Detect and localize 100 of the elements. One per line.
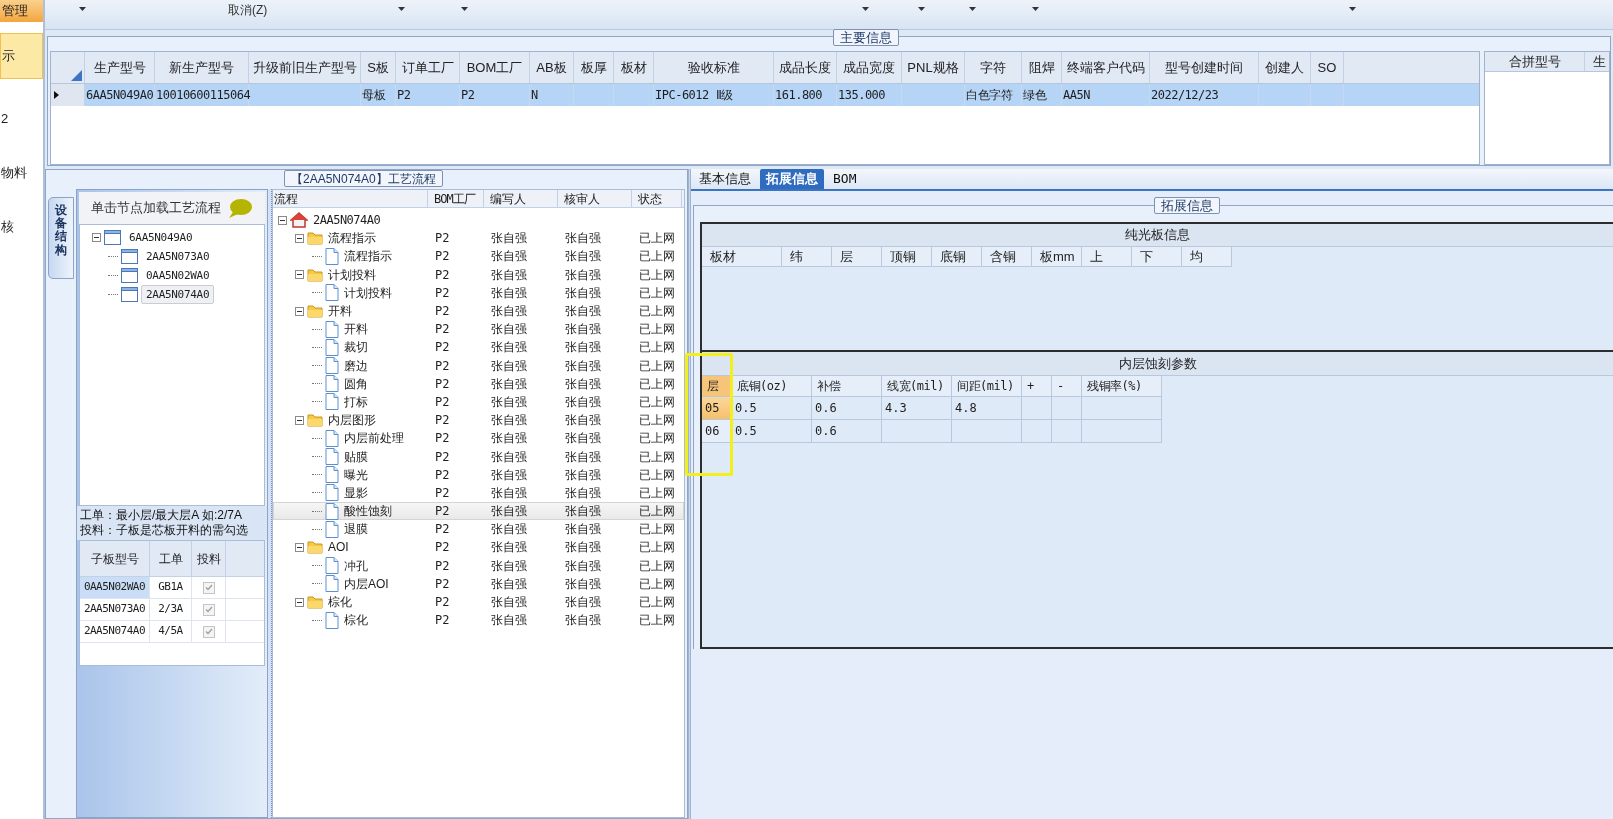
column-header[interactable]: 纬 <box>782 247 832 267</box>
column-header[interactable]: 补偿 <box>812 376 882 397</box>
tree-item[interactable]: 冲孔 <box>342 556 370 575</box>
tree-item[interactable]: 开料 <box>342 320 370 339</box>
column-header[interactable]: 验收标准 <box>654 52 774 83</box>
tree-item[interactable]: 流程指示 <box>326 229 378 248</box>
tree-row[interactable]: 冲孔 P2 张自强 张自强 已上网 <box>273 556 684 575</box>
tree-item[interactable]: 打标 <box>342 392 370 411</box>
tree-item[interactable]: 圆角 <box>342 374 370 393</box>
column-header[interactable]: 残铜率(%) <box>1082 376 1162 397</box>
tree-row[interactable]: 2AA5N074A0 <box>273 211 684 230</box>
column-header[interactable]: 底铜(oz) <box>732 376 812 397</box>
column-header[interactable]: - <box>1052 376 1082 397</box>
column-header[interactable]: 层 <box>832 247 882 267</box>
column-header[interactable]: 创建人 <box>1259 52 1311 83</box>
tree-item[interactable]: 显影 <box>342 483 370 502</box>
tree-row[interactable]: 退膜 P2 张自强 张自强 已上网 <box>273 520 684 539</box>
column-header[interactable]: 投料 <box>192 541 226 576</box>
cancel-button[interactable]: 取消(Z) <box>226 0 270 19</box>
column-header[interactable]: 阻焊 <box>1022 52 1062 83</box>
column-header[interactable]: 均 <box>1182 247 1232 267</box>
tree-item[interactable]: 曝光 <box>342 465 370 484</box>
column-header[interactable]: 板材 <box>614 52 654 83</box>
tree-item[interactable]: 流程指示 <box>342 247 394 266</box>
column-header[interactable]: 上 <box>1082 247 1132 267</box>
column-header[interactable]: 流程 <box>273 190 428 207</box>
tree-item[interactable]: 2AA5N073A0 <box>141 247 215 266</box>
row-header[interactable]: 05 <box>702 397 732 420</box>
table-cell[interactable]: 2AA5N073A0 <box>80 599 150 620</box>
tree-item[interactable]: 裁切 <box>342 338 370 357</box>
tab[interactable]: BOM <box>827 169 863 189</box>
tree-item[interactable]: 退膜 <box>342 520 370 539</box>
column-header[interactable]: 下 <box>1132 247 1182 267</box>
side-tab[interactable]: 设备结构 <box>48 197 74 279</box>
tree-row[interactable]: 内层AOI P2 张自强 张自强 已上网 <box>273 574 684 593</box>
table-cell[interactable]: 2AA5N074A0 <box>80 621 150 642</box>
tree-item[interactable]: 棕化 <box>342 611 370 630</box>
tree-item[interactable]: 开料 <box>326 302 354 321</box>
column-header[interactable]: 新生产型号 <box>155 52 249 83</box>
column-header[interactable]: 型号创建时间 <box>1150 52 1259 83</box>
column-header[interactable]: SO <box>1311 52 1344 83</box>
tree-item[interactable]: 内层前处理 <box>342 429 406 448</box>
column-header[interactable]: 成品宽度 <box>837 52 902 83</box>
tree-row[interactable]: 计划投料 P2 张自强 张自强 已上网 <box>273 265 684 284</box>
tree-item[interactable]: 6AA5N049A0 <box>124 228 198 247</box>
tree-row[interactable]: 棕化 P2 张自强 张自强 已上网 <box>273 592 684 612</box>
column-header[interactable]: 层 <box>702 376 732 397</box>
column-header[interactable]: 编写人 <box>484 190 558 207</box>
column-header[interactable]: 状态 <box>632 190 682 207</box>
tree-row[interactable]: 开料 P2 张自强 张自强 已上网 <box>273 301 684 321</box>
table-row[interactable]: 6AA5N049A0 10010600115064 母板 P2 P2 N IPC-6012 Ⅱ级 161.800 135.000 白色字符 绿色 AA5N 2022/12/23 <box>51 84 1479 106</box>
tree-row[interactable]: 内层图形 P2 张自强 张自强 已上网 <box>273 411 684 430</box>
tree-row[interactable]: 贴膜 P2 张自强 张自强 已上网 <box>273 447 684 466</box>
tree-item[interactable]: 酸性蚀刻 <box>342 502 394 521</box>
tree-row[interactable]: 酸性蚀刻 P2 张自强 张自强 已上网 <box>273 502 684 521</box>
sidebar-item[interactable]: 物料 <box>0 153 43 193</box>
tree-row[interactable]: AOI P2 张自强 张自强 已上网 <box>273 538 684 557</box>
tree-item[interactable]: 2AA5N074A0 <box>141 285 215 304</box>
sidebar-item[interactable]: 示 <box>0 33 43 79</box>
tree-row[interactable]: 流程指示 P2 张自强 张自强 已上网 <box>273 247 684 266</box>
tree-row[interactable]: 内层前处理 P2 张自强 张自强 已上网 <box>273 429 684 448</box>
tree-item[interactable]: 2AA5N074A0 <box>311 211 383 230</box>
column-header[interactable]: 底铜 <box>932 247 982 267</box>
tree-row[interactable]: 开料 P2 张自强 张自强 已上网 <box>273 320 684 339</box>
tree-row[interactable]: 棕化 P2 张自强 张自强 已上网 <box>273 611 684 630</box>
column-header[interactable]: + <box>1022 376 1052 397</box>
tree-item[interactable]: AOI <box>326 538 351 557</box>
tree-row[interactable]: 计划投料 P2 张自强 张自强 已上网 <box>273 283 684 302</box>
column-header[interactable]: AB板 <box>530 52 574 83</box>
tree-item[interactable]: 内层AOI <box>342 574 391 593</box>
tree-item[interactable]: 计划投料 <box>326 265 378 284</box>
column-header[interactable]: 生产型号 <box>85 52 155 83</box>
sidebar-item[interactable]: 2 <box>0 99 43 139</box>
column-header[interactable]: 板材 <box>702 247 782 267</box>
column-header[interactable]: 子板型号 <box>80 541 150 576</box>
column-header[interactable]: 合拼型号 <box>1485 52 1585 71</box>
column-header[interactable]: S板 <box>361 52 396 83</box>
column-header[interactable]: 字符 <box>965 52 1022 83</box>
column-header[interactable]: 成品长度 <box>774 52 837 83</box>
row-header[interactable]: 06 <box>702 420 732 443</box>
column-header[interactable]: PNL规格 <box>902 52 965 83</box>
column-header[interactable]: 板厚 <box>574 52 614 83</box>
table-cell[interactable]: 0AA5N02WA0 <box>80 577 150 598</box>
column-header[interactable]: 工单 <box>150 541 192 576</box>
column-header[interactable]: 核审人 <box>558 190 632 207</box>
tree-row[interactable]: 裁切 P2 张自强 张自强 已上网 <box>273 338 684 357</box>
column-header[interactable]: 升级前旧生产型号 <box>249 52 361 83</box>
column-header[interactable]: 终端客户代码 <box>1062 52 1150 83</box>
tree-item[interactable]: 棕化 <box>326 593 354 612</box>
tree-row[interactable]: 曝光 P2 张自强 张自强 已上网 <box>273 465 684 484</box>
tree-item[interactable]: 0AA5N02WA0 <box>141 266 215 285</box>
column-header[interactable]: 含铜 <box>982 247 1032 267</box>
tree-row[interactable]: 圆角 P2 张自强 张自强 已上网 <box>273 374 684 393</box>
column-header[interactable]: BOM工厂 <box>460 52 530 83</box>
tree-row[interactable]: 流程指示 P2 张自强 张自强 已上网 <box>273 229 684 248</box>
tree-row[interactable]: 显影 P2 张自强 张自强 已上网 <box>273 483 684 502</box>
tab[interactable]: 基本信息 <box>693 169 757 189</box>
tree-item[interactable]: 贴膜 <box>342 447 370 466</box>
column-header[interactable]: BOM工厂 <box>428 190 484 207</box>
column-header[interactable]: 顶铜 <box>882 247 932 267</box>
